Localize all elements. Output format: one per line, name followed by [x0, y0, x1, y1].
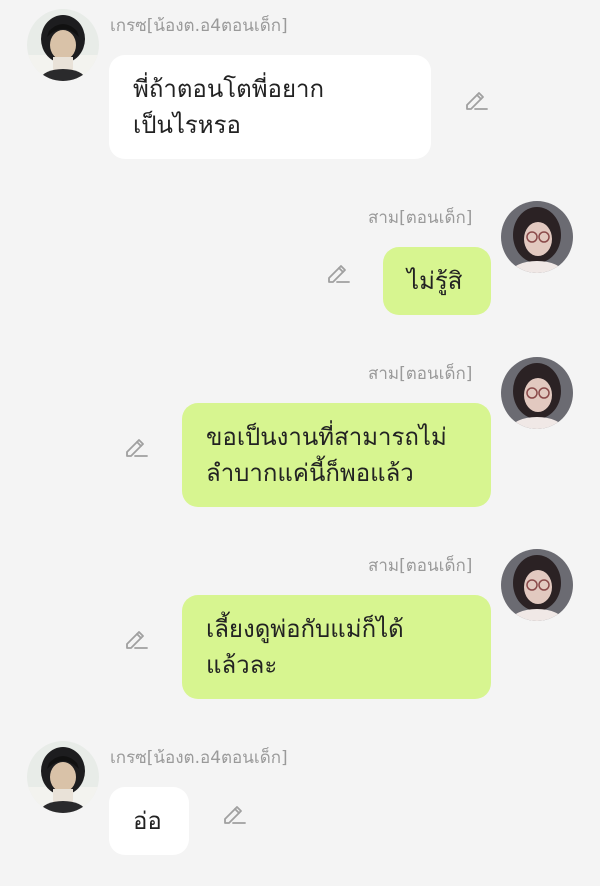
pencil-edit-icon[interactable] — [123, 625, 149, 651]
pencil-edit-icon[interactable] — [325, 259, 351, 285]
avatar[interactable] — [501, 357, 573, 429]
sender-name: เกรซ[น้องต.อ4ตอนเด็ก] — [110, 748, 288, 768]
message-bubble[interactable]: อ่อ — [109, 787, 189, 855]
pencil-edit-icon[interactable] — [221, 800, 247, 826]
message-bubble[interactable]: พี่ถ้าตอนโตพี่อยาก เป็นไรหรอ — [109, 55, 431, 159]
pencil-edit-icon[interactable] — [123, 433, 149, 459]
sender-name: สาม[ตอนเด็ก] — [368, 208, 473, 228]
message-text-line: เป็นไรหรอ — [133, 111, 241, 139]
avatar-dark-hair-girl-icon — [27, 741, 99, 813]
pencil-edit-icon[interactable] — [463, 86, 489, 112]
avatar[interactable] — [501, 201, 573, 273]
message-text-line: อ่อ — [133, 807, 162, 835]
avatar[interactable] — [27, 741, 99, 813]
sender-name: สาม[ตอนเด็ก] — [368, 364, 473, 384]
avatar-glasses-girl-icon — [501, 357, 573, 429]
avatar-dark-hair-girl-icon — [27, 9, 99, 81]
sender-name: สาม[ตอนเด็ก] — [368, 556, 473, 576]
avatar[interactable] — [501, 549, 573, 621]
message-text-line: แล้วละ — [206, 651, 278, 679]
message-text-line: ลำบากแค่นี้ก็พอแล้ว — [206, 459, 414, 487]
message-text-line: เลี้ยงดูพ่อกับแม่ก็ได้ — [206, 615, 404, 643]
message-bubble[interactable]: เลี้ยงดูพ่อกับแม่ก็ได้ แล้วละ — [182, 595, 491, 699]
message-bubble[interactable]: ไม่รู้สิ — [383, 247, 491, 315]
message-text-line: ไม่รู้สิ — [407, 267, 463, 295]
avatar-glasses-girl-icon — [501, 549, 573, 621]
avatar-glasses-girl-icon — [501, 201, 573, 273]
message-bubble[interactable]: ขอเป็นงานที่สามารถไม่ ลำบากแค่นี้ก็พอแล้… — [182, 403, 491, 507]
message-text-line: ขอเป็นงานที่สามารถไม่ — [206, 423, 447, 451]
avatar[interactable] — [27, 9, 99, 81]
sender-name: เกรซ[น้องต.อ4ตอนเด็ก] — [110, 16, 288, 36]
message-text-line: พี่ถ้าตอนโตพี่อยาก — [133, 75, 325, 103]
